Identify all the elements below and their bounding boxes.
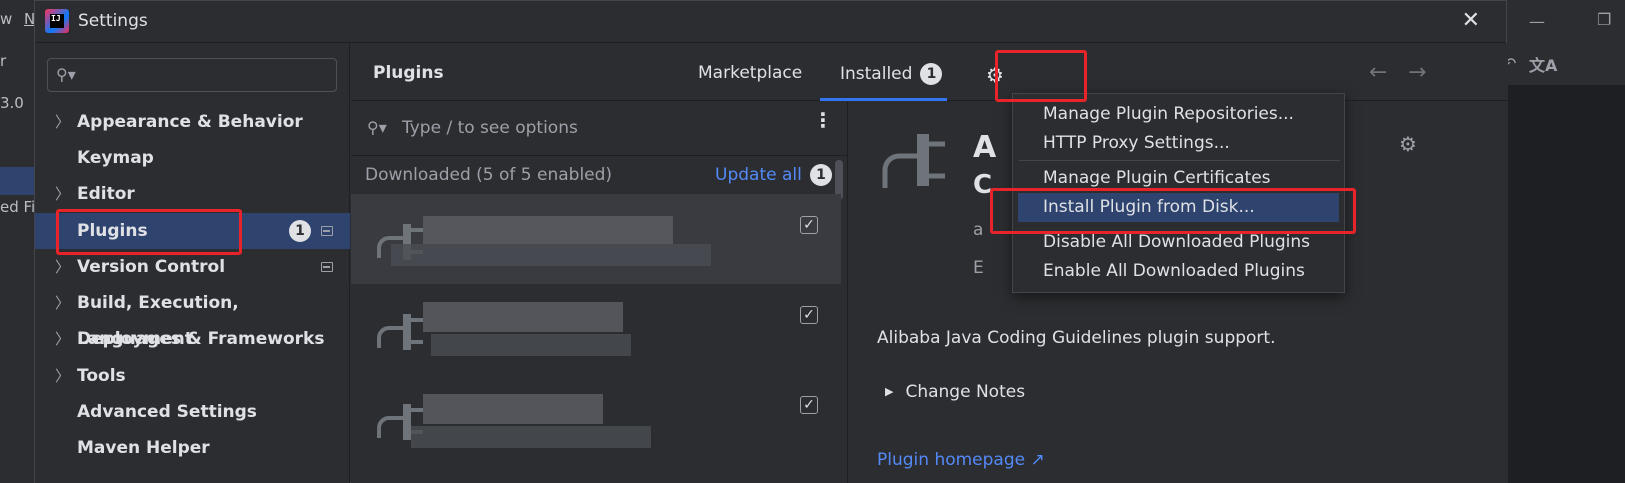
sidebar-item-languages[interactable]: 〉 Languages & Frameworks	[35, 321, 350, 357]
sidebar-item-label: Editor	[77, 184, 135, 204]
update-count-badge: 1	[289, 220, 311, 242]
logo-text: IJ	[51, 14, 61, 23]
plugin-meta-partial: a	[973, 220, 984, 240]
plugin-version-partial: E	[973, 258, 984, 278]
sidebar-item-maven-helper[interactable]: Maven Helper	[35, 430, 350, 466]
sidebar-item-tools[interactable]: 〉 Tools	[35, 358, 350, 394]
restore-icon[interactable]: ❐	[1597, 10, 1611, 29]
chevron-right-icon[interactable]: 〉	[55, 358, 70, 394]
search-icon: ⚲▾	[56, 65, 76, 84]
tab-marketplace[interactable]: Marketplace	[698, 63, 802, 83]
intellij-logo-icon: IJ	[45, 9, 69, 33]
chevron-right-icon[interactable]: 〉	[55, 321, 70, 357]
bg-breadcrumb-fragment: r	[0, 52, 7, 70]
bg-version-fragment: 3.0	[0, 94, 24, 112]
blurred-plugin-name	[423, 394, 603, 424]
settings-search-input[interactable]: ⚲▾	[47, 58, 337, 92]
sidebar-item-label: Advanced Settings	[77, 402, 257, 422]
chevron-right-icon[interactable]: 〉	[55, 176, 70, 212]
minimize-icon[interactable]: —	[1529, 12, 1545, 31]
plugin-title-partial: A	[973, 130, 997, 165]
forward-arrow-icon[interactable]: →	[1408, 60, 1426, 85]
sidebar-item-label: Tools	[77, 366, 126, 386]
tab-installed[interactable]: Installed 1	[840, 63, 943, 85]
search-icon: ⚲▾	[367, 118, 387, 137]
chevron-right-icon[interactable]: 〉	[55, 104, 70, 140]
blurred-plugin-name	[423, 216, 673, 244]
change-notes-label: Change Notes	[905, 382, 1026, 402]
sidebar-item-label: Keymap	[77, 148, 154, 168]
menu-item-manage-repositories[interactable]: Manage Plugin Repositories...	[1018, 100, 1339, 129]
highlight-box-install-from-disk	[990, 188, 1356, 234]
dialog-titlebar: IJ Settings ✕	[35, 1, 1506, 43]
blurred-plugin-meta	[391, 244, 711, 266]
plugin-homepage-link[interactable]: Plugin homepage ↗	[877, 450, 1045, 470]
sidebar-item-label: Languages & Frameworks	[77, 329, 325, 349]
list-item[interactable]: ✓	[351, 284, 841, 374]
more-options-icon[interactable]: ⋮	[813, 110, 833, 130]
back-arrow-icon[interactable]: ←	[1369, 60, 1387, 85]
gear-icon[interactable]: ⚙	[1399, 132, 1417, 156]
project-settings-icon	[321, 226, 333, 236]
project-settings-icon	[321, 262, 333, 272]
menu-item-http-proxy[interactable]: HTTP Proxy Settings...	[1018, 129, 1339, 158]
list-item[interactable]: ✓	[351, 374, 841, 464]
menu-separator	[1019, 160, 1340, 161]
active-tab-indicator	[820, 98, 947, 101]
sidebar-item-label: Appearance & Behavior	[77, 112, 303, 132]
tab-label: Installed	[840, 64, 913, 84]
sidebar-item-build[interactable]: 〉 Build, Execution, Deployment	[35, 285, 350, 349]
sidebar-item-keymap[interactable]: Keymap	[35, 140, 350, 176]
sidebar-item-advanced[interactable]: Advanced Settings	[35, 394, 350, 430]
dialog-title: Settings	[78, 11, 148, 31]
plugin-icon	[377, 314, 423, 350]
search-placeholder: Type / to see options	[402, 118, 578, 138]
chevron-right-icon[interactable]: 〉	[55, 285, 70, 321]
tab-badge: 1	[920, 63, 943, 85]
plugin-enabled-checkbox[interactable]: ✓	[800, 306, 818, 324]
blurred-plugin-meta	[431, 334, 631, 356]
bg-file-fragment: ed Fi	[0, 198, 36, 216]
blurred-plugin-meta	[411, 426, 651, 448]
background-ide-right: — ❐ ↶ 文A	[1503, 0, 1625, 483]
plugin-description: Alibaba Java Coding Guidelines plugin su…	[877, 328, 1276, 348]
update-count-badge: 1	[810, 164, 832, 186]
plugin-icon	[882, 134, 945, 188]
close-icon[interactable]: ✕	[1462, 9, 1480, 33]
triangle-right-icon: ▶	[885, 385, 894, 398]
highlight-box-gear	[995, 50, 1087, 102]
update-all-link[interactable]: Update all	[715, 165, 802, 185]
bg-menu-fragment: w	[0, 10, 13, 28]
group-label: Downloaded (5 of 5 enabled)	[365, 165, 613, 185]
plugin-enabled-checkbox[interactable]: ✓	[800, 216, 818, 234]
bg-toolbar-strip	[1507, 42, 1625, 86]
settings-sidebar: ⚲▾ 〉 Appearance & Behavior Keymap 〉 Edit…	[35, 43, 350, 483]
sidebar-item-appearance[interactable]: 〉 Appearance & Behavior	[35, 104, 350, 140]
menu-item-enable-all[interactable]: Enable All Downloaded Plugins	[1018, 257, 1339, 286]
sidebar-item-label: Maven Helper	[77, 438, 210, 458]
highlight-box-plugins	[56, 209, 242, 255]
plugin-list: ⚲▾ Type / to see options ⋮ Downloaded (5…	[351, 102, 848, 483]
translate-icon[interactable]: 文A	[1529, 52, 1557, 76]
plugin-enabled-checkbox[interactable]: ✓	[800, 396, 818, 414]
blurred-plugin-name	[423, 302, 623, 332]
plugin-search-input[interactable]: ⚲▾ Type / to see options ⋮	[351, 102, 848, 156]
list-item[interactable]: ✓	[351, 194, 841, 284]
page-title: Plugins	[373, 63, 444, 83]
change-notes-toggle[interactable]: ▶ Change Notes	[885, 382, 1025, 402]
downloaded-group-header: Downloaded (5 of 5 enabled) Update all 1	[351, 157, 848, 193]
sidebar-item-editor[interactable]: 〉 Editor	[35, 176, 350, 212]
